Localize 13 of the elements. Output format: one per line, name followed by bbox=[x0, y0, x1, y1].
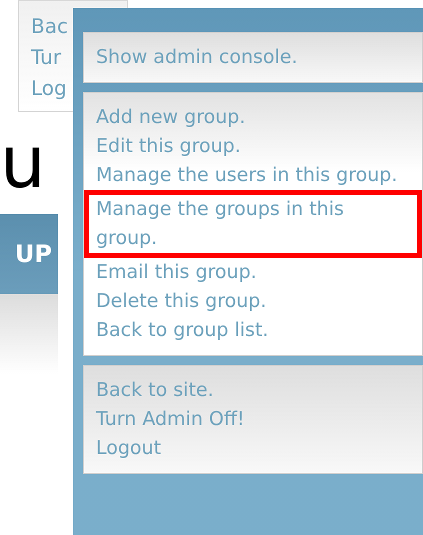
menu-link[interactable]: Delete this group. bbox=[84, 287, 422, 316]
menu-link[interactable]: Back to site. bbox=[84, 376, 422, 405]
menu-link[interactable]: Email this group. bbox=[84, 258, 422, 287]
menu-link[interactable]: Show admin console. bbox=[84, 43, 422, 72]
menu-link[interactable]: Manage the users in this group. bbox=[84, 161, 422, 190]
menu-link[interactable]: Back to group list. bbox=[84, 316, 422, 345]
menu-link[interactable]: Manage the groups in this group. bbox=[84, 190, 422, 258]
menu-link[interactable]: Turn Admin Off! bbox=[84, 405, 422, 434]
menu-link[interactable]: Add new group. bbox=[84, 103, 422, 132]
menu-link[interactable]: Logout bbox=[84, 434, 422, 463]
group-button[interactable]: UP bbox=[0, 214, 58, 294]
menu-link[interactable]: Edit this group. bbox=[84, 132, 422, 161]
page-heading: u bbox=[0, 122, 47, 202]
